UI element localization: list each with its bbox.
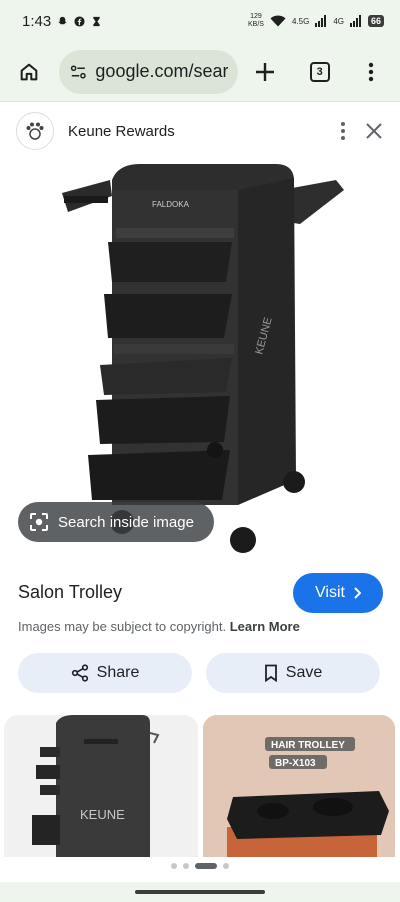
visit-label: Visit [315, 584, 345, 601]
thumb-brand: KEUNE [80, 807, 125, 822]
close-icon[interactable] [364, 121, 384, 141]
thumb-title-2: BP-X103 [275, 758, 316, 769]
status-time: 1:43 [22, 12, 52, 30]
keune-trolley-thumbnail: KEUNE [32, 715, 160, 857]
share-label: Share [96, 664, 140, 681]
wifi-icon [270, 15, 286, 27]
net-speed-value: 129 [250, 13, 262, 20]
save-button[interactable]: Save [206, 653, 380, 693]
copyright-notice: Images may be subject to copyright. Lear… [18, 619, 300, 634]
home-icon [21, 63, 38, 80]
visit-button[interactable]: Visit [293, 573, 383, 613]
gesture-handle[interactable] [135, 890, 265, 894]
address-bar[interactable]: google.com/searc [58, 49, 238, 94]
new-tab-button[interactable] [248, 54, 283, 90]
net-speed-unit: KB/S [248, 21, 264, 28]
browser-toolbar: google.com/searc 3 [0, 42, 400, 102]
system-nav-bar [0, 882, 400, 902]
salon-trolley-image: FALDOKA KEUNE [62, 164, 344, 553]
site-logo [16, 112, 54, 150]
chevron-right-icon [354, 587, 361, 599]
status-bar: 1:43 129 KB/S 4.5G 4G 66 [0, 0, 400, 42]
signal-label-1: 4.5G [291, 16, 310, 26]
hair-trolley-thumbnail: HAIR TROLLEY BP-X103 [203, 715, 395, 857]
url-text: google.com/searc [95, 61, 228, 81]
thumb-title-1: HAIR TROLLEY [271, 740, 345, 751]
cell-signal-icon [315, 15, 327, 27]
battery-icon: 66 [367, 15, 384, 27]
save-label: Save [285, 664, 323, 681]
browser-menu-button[interactable] [353, 54, 388, 90]
related-image-2[interactable]: HAIR TROLLEY BP-X103 [203, 715, 395, 857]
site-settings-icon[interactable] [69, 62, 88, 82]
learn-more-link[interactable]: Learn More [230, 619, 300, 634]
search-inside-image-button[interactable]: Search inside image [18, 502, 214, 542]
copyright-text: Images may be subject to copyright. [18, 619, 227, 634]
more-vert-icon[interactable] [340, 121, 346, 141]
share-button[interactable]: Share [18, 653, 192, 693]
carousel-dot [223, 863, 229, 869]
lens-icon [30, 513, 48, 531]
signal-label-2: 4G [333, 16, 344, 26]
tab-count: 3 [309, 61, 330, 82]
more-vert-icon [368, 62, 373, 81]
tab-switcher-button[interactable]: 3 [302, 54, 337, 90]
cell-signal-icon-2 [349, 15, 361, 27]
snapchat-icon [58, 16, 67, 24]
result-header: Keune Rewards [0, 103, 400, 159]
result-image[interactable]: FALDOKA KEUNE [0, 160, 400, 560]
keune-logo-icon [26, 122, 44, 140]
net-speed: 129 KB/S [248, 13, 264, 29]
plus-icon [255, 62, 274, 81]
carousel-dot [183, 863, 189, 869]
cart-brand: FALDOKA [152, 200, 190, 209]
result-title: Salon Trolley [18, 582, 123, 602]
hourglass-icon [93, 16, 100, 26]
bookmark-icon [264, 664, 277, 682]
related-image-1[interactable]: KEUNE [4, 715, 198, 857]
home-button[interactable] [12, 54, 47, 90]
share-icon [71, 664, 88, 682]
facebook-icon [74, 15, 85, 27]
site-name[interactable]: Keune Rewards [68, 123, 175, 140]
carousel-indicator [0, 863, 400, 869]
carousel-dot-active [195, 863, 217, 869]
search-inside-label: Search inside image [58, 513, 194, 531]
carousel-dot [171, 863, 177, 869]
